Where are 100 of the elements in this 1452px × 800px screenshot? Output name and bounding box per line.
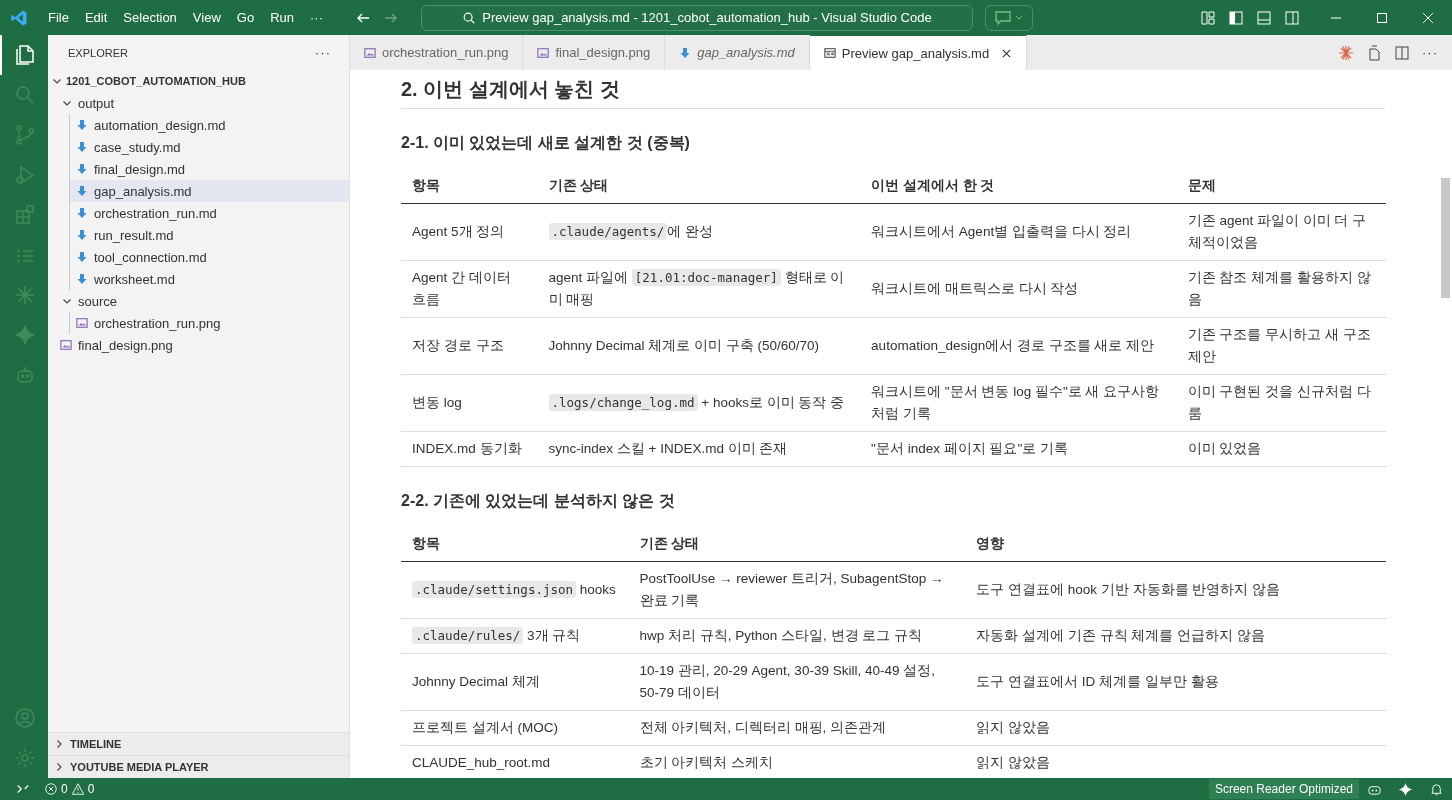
column-header: 이번 설계에서 한 것 [871,178,995,193]
panel-header[interactable]: YOUTUBE MEDIA PLAYER [48,755,349,778]
panel-header[interactable]: TIMELINE [48,732,349,755]
tree-file[interactable]: final_design.png [48,334,349,356]
table-cell-text: Johnny Decimal 체계 [412,673,541,691]
tree-file[interactable]: tool_connection.md [70,246,349,268]
menu-item[interactable]: ··· [302,10,331,25]
files-icon[interactable] [13,43,37,67]
markdown-icon [76,141,88,153]
chat-button[interactable] [985,4,1033,31]
tree-folder[interactable]: source [48,290,349,312]
table-cell-text: 기존 구조를 무시하고 새 구조 제안 [1187,326,1372,366]
chevron-right-icon [54,739,64,749]
close-icon[interactable] [1001,47,1013,59]
chevron-right-icon [54,762,64,772]
column-header: 항목 [412,536,440,551]
chevron-down-icon [62,296,72,306]
menu-item[interactable]: Go [228,10,263,25]
column-header: 기존 상태 [639,536,700,551]
remote-icon[interactable] [16,782,30,796]
markdown-icon [679,46,692,59]
table-cell-text: automation_design에서 경로 구조를 새로 제안 [871,337,1156,355]
table-cell-text: 초기 아키텍처 스케치 [639,754,775,772]
table-cell-text: 워크시트에 "문서 변동 log 필수"로 새 요구사항처럼 기록 [871,383,1161,423]
subsection-heading: 2-1. 이미 있었는데 새로 설계한 것 (중복) [401,133,691,153]
table-cell-text: Agent 5개 정의 [412,223,506,241]
tree-file[interactable]: case_study.md [70,136,349,158]
table-cell-text: Agent 간 데이터 흐름 [412,269,512,309]
table-cell-text: PostToolUse → reviewer 트리거, SubagentStop → 완료 기록 [639,570,945,610]
more-actions-button[interactable]: ··· [1422,45,1438,60]
table-cell-text: 읽지 않았음 [976,719,1052,737]
tree-file[interactable]: automation_design.md [70,114,349,136]
tree-file[interactable]: orchestration_run.md [70,202,349,224]
status-item[interactable]: Screen Reader Optimized [1208,779,1359,799]
table-cell-text: 도구 연결표에서 ID 체계를 일부만 활용 [976,673,1220,691]
scrollbar-thumb[interactable] [1441,178,1450,298]
table-cell-text: sync-index 스킬 + INDEX.md 이미 존재 [548,440,789,458]
table-cell: .claude/settings.json hooks [412,579,618,601]
tree-file[interactable]: gap_analysis.md [70,180,349,202]
bell-icon[interactable] [1429,781,1444,797]
markdown-icon [76,273,88,285]
table-cell-text: 전체 아키텍처, 디렉터리 매핑, 의존관계 [639,719,888,737]
table-cell-text: 도구 연결표에 hook 기반 자동화를 반영하지 않음 [976,581,1282,599]
markdown-icon [76,185,88,197]
sidebar-toggle-icon[interactable] [1228,9,1244,26]
section-heading: 2. 이번 설계에서 놓친 것 [401,77,621,102]
menu-item[interactable]: Run [262,10,302,25]
column-header: 영향 [976,536,1005,551]
split-editor-icon[interactable] [1394,44,1410,61]
menu-item[interactable]: Edit [76,10,116,25]
markdown-icon [76,251,88,263]
image-icon [60,339,72,351]
menu-item[interactable]: Selection [115,10,185,25]
table-cell-text: 프로젝트 설계서 (MOC) [412,719,559,737]
table-cell-text: 자동화 설계에 기존 규칙 체계를 언급하지 않음 [976,627,1266,645]
menu-item[interactable]: View [184,10,229,25]
tree-file[interactable]: orchestration_run.png [70,312,349,334]
command-center[interactable]: Preview gap_analysis.md - 1201_cobot_automation_hub - Visual Studio Code [421,4,973,31]
sidebar-title: EXPLORER [68,46,128,59]
menu-item[interactable]: File [40,10,77,25]
tree-file[interactable]: worksheet.md [70,268,349,290]
layout-icon[interactable] [1200,9,1216,26]
preview-icon [823,47,836,59]
table-cell: .claude/agents/ 에 완성 [548,221,850,243]
image-icon [537,46,550,59]
table-cell-text: agent 파일에 [21.01:doc-manager] 형태로 이미 매핑 [548,268,846,309]
table-cell-text: 기존 agent 파일이 이미 더 구체적이었음 [1187,212,1368,252]
more-actions-button[interactable]: ··· [315,45,331,60]
table-cell-text: Johnny Decimal 체계로 이미 구축 (50/60/70) [548,337,821,355]
tree-file[interactable]: final_design.md [70,158,349,180]
column-header: 문제 [1187,178,1216,193]
warning-icon [70,782,85,796]
starburst-icon[interactable] [1338,44,1354,61]
secondary-sidebar-icon[interactable] [1284,9,1300,26]
table-cell-text: 기존 참조 체계를 활용하지 않음 [1187,269,1372,309]
column-header: 기존 상태 [548,178,609,193]
markdown-icon [76,163,88,175]
table-cell: .claude/rules/ 3개 규칙 [412,625,618,647]
table-cell-text: 이미 구현된 것을 신규처럼 다룸 [1187,383,1372,423]
image-icon [76,317,88,329]
search-icon [462,10,477,25]
chevron-down-icon [62,98,72,108]
panel-toggle-icon[interactable] [1256,9,1272,26]
vscode-logo-icon [10,8,28,27]
table-cell: .logs/change_log.md + hooks로 이미 동작 중 [548,392,850,414]
editor-tab[interactable]: Preview gap_analysis.md [809,35,1028,70]
table-cell-text: 워크시트에서 Agent별 입출력을 다시 정리 [871,223,1133,241]
sparkle-icon[interactable] [1398,781,1413,797]
table-cell-text: 저장 경로 구조 [412,337,505,355]
tree-file[interactable]: run_result.md [70,224,349,246]
chevron-down-icon [52,76,62,86]
markdown-icon [76,229,88,241]
workspace-header[interactable]: 1201_COBOT_AUTOMATION_HUB [48,70,349,92]
table-cell-text: 읽지 않았음 [976,754,1052,772]
tree-folder[interactable]: output [48,92,349,114]
starburst-icon[interactable] [13,283,37,307]
problems-indicator[interactable]: 0 0 [44,782,95,796]
image-icon [364,46,376,59]
markdown-icon [76,119,88,131]
subsection-heading: 2-2. 기존에 있었는데 분석하지 않은 것 [401,491,676,511]
